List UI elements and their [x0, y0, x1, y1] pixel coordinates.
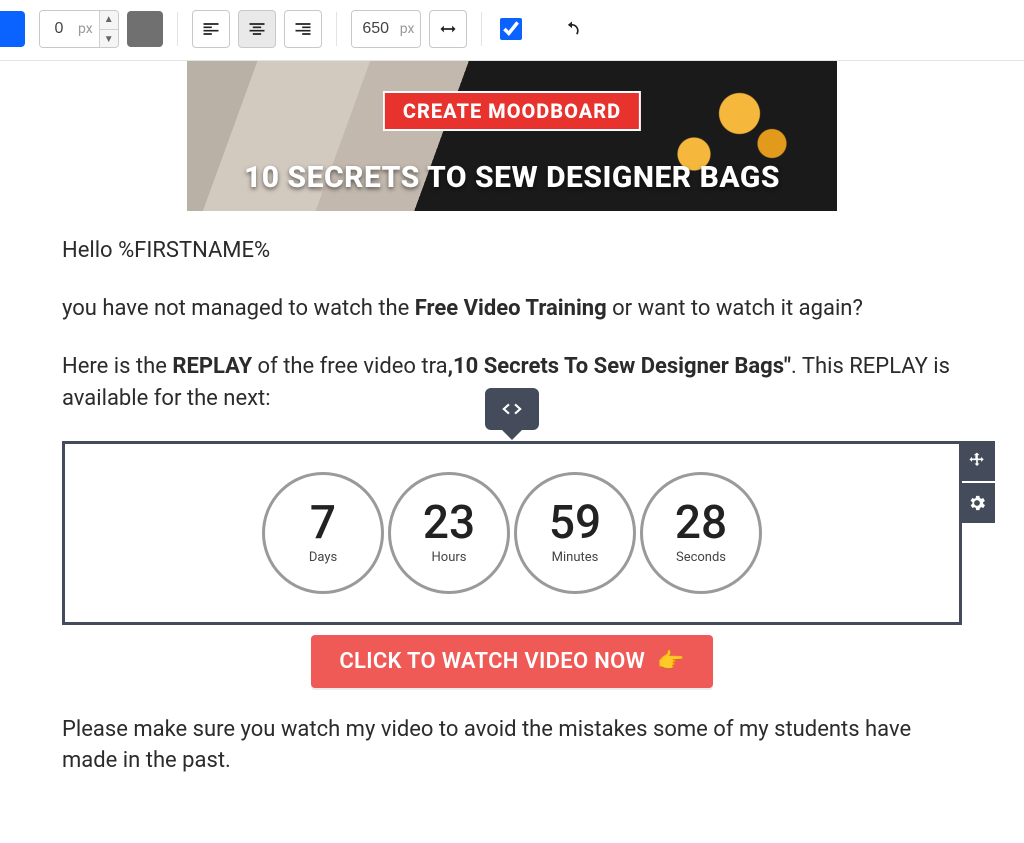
align-group — [192, 10, 322, 48]
gear-icon — [967, 493, 987, 513]
fit-width-icon — [438, 19, 458, 39]
pointing-right-icon: 👉 — [657, 649, 685, 674]
countdown-hours-value: 23 — [423, 500, 475, 546]
countdown-seconds-value: 28 — [675, 500, 727, 546]
toggle-checkbox[interactable] — [500, 18, 522, 40]
border-width-up[interactable]: ▲ — [100, 10, 118, 29]
border-width-down[interactable]: ▼ — [100, 29, 118, 48]
content-width-input[interactable] — [352, 11, 400, 47]
align-center-icon — [247, 19, 267, 39]
email-canvas: CREATE MOODBOARD 10 SECRETS TO SEW DESIG… — [52, 61, 972, 843]
fit-width-button[interactable] — [429, 10, 467, 48]
bold-text: REPLAY — [172, 354, 252, 379]
separator — [336, 12, 337, 46]
countdown-days-value: 7 — [310, 500, 336, 546]
bold-text: ,10 Secrets To Sew Designer Bags" — [448, 354, 791, 379]
countdown-hours: 23 Hours — [388, 472, 510, 594]
paragraph-1: you have not managed to watch the Free V… — [62, 293, 962, 325]
countdown-minutes: 59 Minutes — [514, 472, 636, 594]
cta-wrap: CLICK TO WATCH VIDEO NOW 👉 — [62, 635, 962, 688]
width-group: px — [351, 10, 468, 48]
hero-headline: 10 SECRETS TO SEW DESIGNER BAGS — [187, 160, 837, 195]
content-width-stepper[interactable]: px — [351, 10, 422, 48]
greeting-line: Hello %FIRSTNAME% — [62, 235, 962, 267]
undo-icon — [562, 19, 582, 39]
block-side-toolbar — [959, 441, 995, 523]
undo-button[interactable] — [553, 10, 591, 48]
align-right-icon — [293, 19, 313, 39]
code-icon — [499, 396, 525, 422]
hero-image: CREATE MOODBOARD 10 SECRETS TO SEW DESIG… — [187, 61, 837, 211]
countdown-timer: 7 Days 23 Hours 59 Minutes 28 Seconds — [75, 472, 949, 594]
countdown-hours-label: Hours — [432, 550, 467, 565]
block-type-indicator[interactable] — [485, 388, 539, 430]
bold-text: Free Video Training — [415, 296, 607, 321]
misc-group — [496, 10, 591, 48]
border-color-swatch[interactable] — [127, 11, 163, 47]
editor-toolbar: px ▲ ▼ px — [0, 0, 1024, 61]
align-left-icon — [201, 19, 221, 39]
text: you have not managed to watch the — [62, 296, 415, 321]
paragraph-3: Please make sure you watch my video to a… — [62, 714, 962, 778]
countdown-seconds: 28 Seconds — [640, 472, 762, 594]
countdown-seconds-label: Seconds — [676, 550, 726, 565]
move-block-button[interactable] — [959, 441, 995, 481]
countdown-minutes-label: Minutes — [552, 550, 599, 565]
countdown-days: 7 Days — [262, 472, 384, 594]
content-width-unit: px — [400, 21, 421, 37]
align-center-button[interactable] — [238, 10, 276, 48]
text: or want to watch it again? — [607, 296, 863, 321]
separator — [177, 12, 178, 46]
html-block-selected[interactable]: 7 Days 23 Hours 59 Minutes 28 Seconds — [62, 441, 962, 625]
border-width-unit: px — [78, 21, 99, 37]
align-right-button[interactable] — [284, 10, 322, 48]
separator — [481, 12, 482, 46]
countdown-days-label: Days — [309, 550, 337, 565]
move-icon — [967, 451, 987, 471]
text: Here is the — [62, 354, 172, 379]
border-group: px ▲ ▼ — [39, 10, 163, 48]
block-settings-button[interactable] — [959, 483, 995, 523]
watch-video-button[interactable]: CLICK TO WATCH VIDEO NOW 👉 — [311, 635, 712, 688]
border-width-input[interactable] — [40, 11, 78, 47]
align-left-button[interactable] — [192, 10, 230, 48]
border-width-stepper[interactable]: px ▲ ▼ — [39, 10, 119, 48]
email-body-continued[interactable]: Please make sure you watch my video to a… — [62, 714, 962, 778]
countdown-minutes-value: 59 — [549, 500, 601, 546]
text: of the free video tra — [252, 354, 448, 379]
cta-label: CLICK TO WATCH VIDEO NOW — [339, 649, 645, 674]
accent-chip — [0, 11, 25, 47]
hero-badge: CREATE MOODBOARD — [383, 91, 641, 131]
